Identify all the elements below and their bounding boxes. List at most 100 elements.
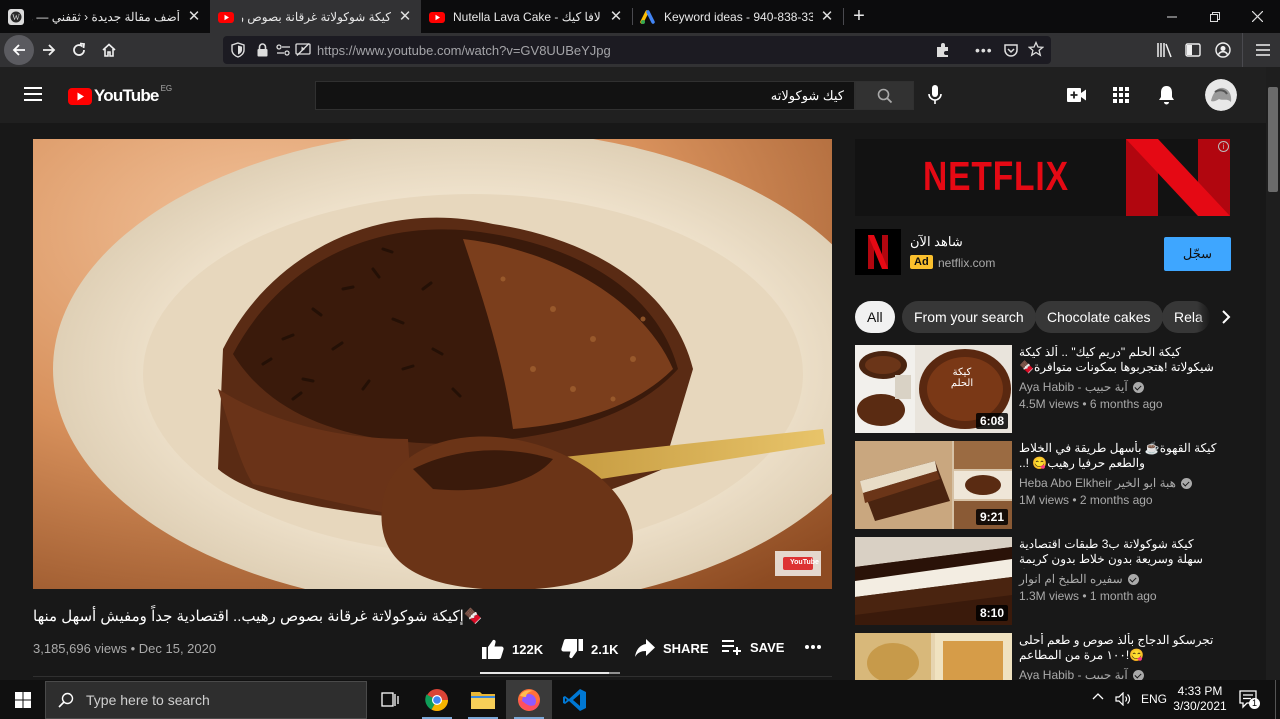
reload-button[interactable] bbox=[64, 35, 94, 65]
close-tab-icon[interactable]: ✕ bbox=[397, 8, 413, 25]
save-button[interactable]: SAVE bbox=[722, 639, 784, 655]
taskbar-search-input[interactable]: Type here to search bbox=[45, 681, 367, 719]
avatar[interactable] bbox=[1205, 79, 1237, 111]
bookmark-star-icon[interactable] bbox=[1028, 41, 1044, 57]
video-player[interactable]: YouTube bbox=[33, 139, 832, 589]
forward-button[interactable] bbox=[34, 35, 64, 65]
taskbar-chrome[interactable] bbox=[414, 680, 460, 719]
close-tab-icon[interactable]: ✕ bbox=[819, 8, 835, 25]
ad-cta-button[interactable]: سجّل bbox=[1164, 237, 1231, 271]
chip-from-your-search[interactable]: From your search bbox=[902, 301, 1036, 333]
apps-grid-icon[interactable] bbox=[1113, 87, 1129, 103]
permissions-icon[interactable] bbox=[276, 44, 291, 56]
wordpress-favicon-icon: W bbox=[8, 8, 24, 25]
page-actions-more-icon[interactable]: ••• bbox=[975, 42, 993, 58]
tab-article-editor[interactable]: W أضف مقالة جديدة ‹ ثقفني — وور ✕ bbox=[0, 0, 210, 33]
maximize-button[interactable] bbox=[1192, 0, 1238, 33]
lock-icon[interactable] bbox=[257, 43, 268, 57]
chip-chocolate-cakes[interactable]: Chocolate cakes bbox=[1035, 301, 1163, 333]
channel-name[interactable]: سفيره الطبخ ام انوار bbox=[1019, 572, 1139, 586]
channel-name[interactable]: Aya Habib - آية حبيب bbox=[1019, 380, 1144, 394]
sidebar-toggle-icon[interactable] bbox=[1178, 35, 1208, 65]
library-icon[interactable] bbox=[1150, 35, 1180, 65]
ad-banner[interactable]: NETFLIX i bbox=[855, 139, 1230, 216]
youtube-logo[interactable]: YouTube EG bbox=[68, 84, 172, 106]
action-center-icon[interactable]: 1 bbox=[1238, 688, 1260, 710]
ad-info-icon[interactable]: i bbox=[1218, 141, 1229, 152]
thumbs-down-icon bbox=[561, 639, 583, 659]
tab-nutella-lava-cake[interactable]: Nutella Lava Cake - نوتيلا لافا كيك ✕ bbox=[421, 0, 632, 33]
minimize-button[interactable] bbox=[1149, 0, 1195, 33]
video-stats: 1.3M views • 1 month ago bbox=[1019, 589, 1157, 603]
video-thumbnail[interactable]: 9:21 bbox=[855, 441, 1012, 529]
guide-menu-icon[interactable] bbox=[24, 87, 42, 101]
ad-companion[interactable]: شاهد الآن Ad netflix.com سجّل bbox=[855, 229, 1231, 275]
scrollbar-thumb[interactable] bbox=[1268, 87, 1278, 192]
tracking-protection-icon[interactable] bbox=[231, 42, 245, 58]
taskbar-file-explorer[interactable] bbox=[460, 680, 506, 719]
youtube-logo-icon bbox=[68, 87, 92, 105]
video-thumbnail[interactable]: كيكة الحلم 6:08 bbox=[855, 345, 1012, 433]
app-menu-icon[interactable] bbox=[1248, 35, 1278, 65]
share-icon bbox=[635, 639, 655, 657]
tab-title: كيكة شوكولاتة غرقانة بصوص رهيب bbox=[242, 9, 391, 24]
pocket-icon[interactable] bbox=[1003, 42, 1019, 58]
video-thumbnail[interactable] bbox=[855, 633, 1012, 680]
video-thumbnail[interactable]: 8:10 bbox=[855, 537, 1012, 625]
start-button[interactable] bbox=[0, 680, 46, 719]
search-button[interactable] bbox=[855, 81, 914, 110]
taskbar-firefox[interactable] bbox=[506, 680, 552, 719]
search-query-text: كيك شوكولاته bbox=[770, 88, 844, 103]
show-desktop-button[interactable] bbox=[1275, 680, 1276, 719]
show-hidden-icons-icon[interactable] bbox=[1092, 692, 1104, 700]
thumbnail-caption: كيكة الحلم bbox=[950, 367, 974, 389]
close-tab-icon[interactable]: ✕ bbox=[608, 8, 624, 25]
account-icon[interactable] bbox=[1208, 35, 1238, 65]
new-tab-button[interactable]: + bbox=[848, 4, 870, 28]
windows-logo-icon bbox=[15, 691, 31, 708]
list-item[interactable]: 9:21 كيكة القهوة☕ بأسهل طريقة في الخلاط … bbox=[855, 441, 1231, 531]
dislike-count: 2.1K bbox=[591, 641, 619, 657]
filter-chips: All From your search Chocolate cakes Rel… bbox=[855, 301, 1231, 333]
taskbar-search-placeholder: Type here to search bbox=[86, 692, 210, 708]
notifications-bell-icon[interactable] bbox=[1158, 85, 1175, 105]
channel-name[interactable]: Heba Abo Elkheir هبة ابو الخير bbox=[1019, 476, 1192, 490]
share-button[interactable]: SHARE bbox=[635, 639, 709, 657]
search-icon bbox=[58, 692, 74, 708]
like-button[interactable]: 122K bbox=[482, 639, 543, 659]
browser-toolbar: https://www.youtube.com/watch?v=GV8UUBeY… bbox=[0, 33, 1280, 67]
create-video-icon[interactable] bbox=[1067, 87, 1087, 103]
chips-next-icon[interactable] bbox=[1197, 301, 1231, 333]
list-item[interactable]: كيكة الحلم 6:08 كيكة الحلم "دريم كيك" ..… bbox=[855, 345, 1231, 435]
list-item[interactable]: 8:10 كيكة شوكولاتة ب3 طبقات اقتصادية سهل… bbox=[855, 537, 1231, 627]
tab-title: Keyword ideas - 940-838-3350 bbox=[664, 9, 813, 24]
close-tab-icon[interactable]: ✕ bbox=[186, 8, 202, 25]
tab-current-video[interactable]: كيكة شوكولاتة غرقانة بصوص رهيب ✕ bbox=[210, 0, 421, 33]
back-button[interactable] bbox=[4, 35, 34, 65]
volume-icon[interactable] bbox=[1115, 692, 1131, 706]
taskbar-vscode[interactable] bbox=[552, 680, 598, 719]
dislike-button[interactable]: 2.1K bbox=[561, 639, 618, 659]
list-item[interactable]: تجرسكو الدجاج بألذ صوص و طعم أحلى😋!١٠٠ م… bbox=[855, 633, 1231, 680]
close-window-button[interactable] bbox=[1234, 0, 1280, 33]
autoplay-blocked-icon[interactable] bbox=[295, 43, 311, 57]
search-input[interactable]: كيك شوكولاته bbox=[315, 81, 855, 110]
channel-name[interactable]: Aya Habib - آية حبيب bbox=[1019, 668, 1144, 680]
task-view-icon bbox=[381, 691, 399, 707]
thumbnail-image bbox=[855, 633, 1012, 680]
more-actions-icon[interactable] bbox=[804, 644, 822, 650]
extensions-puzzle-icon[interactable] bbox=[935, 42, 951, 58]
voice-search-icon[interactable] bbox=[928, 85, 942, 105]
recommendation-title: كيكة القهوة☕ بأسهل طريقة في الخلاط والطع… bbox=[1019, 441, 1217, 470]
home-button[interactable] bbox=[94, 35, 124, 65]
meta-separator: • bbox=[130, 641, 139, 656]
browser-tab-strip: W أضف مقالة جديدة ‹ ثقفني — وور ✕ كيكة ش… bbox=[0, 0, 1280, 33]
language-indicator[interactable]: ENG bbox=[1141, 692, 1167, 706]
clock[interactable]: 4:33 PM 3/30/2021 bbox=[1172, 684, 1228, 714]
chip-all[interactable]: All bbox=[855, 301, 895, 333]
view-count: 3,185,696 views bbox=[33, 641, 127, 656]
task-view-button[interactable] bbox=[367, 680, 413, 719]
address-bar[interactable]: https://www.youtube.com/watch?v=GV8UUBeY… bbox=[223, 36, 1051, 64]
page-scrollbar[interactable] bbox=[1266, 67, 1280, 680]
tab-keyword-ideas[interactable]: Keyword ideas - 940-838-3350 ✕ bbox=[632, 0, 843, 33]
